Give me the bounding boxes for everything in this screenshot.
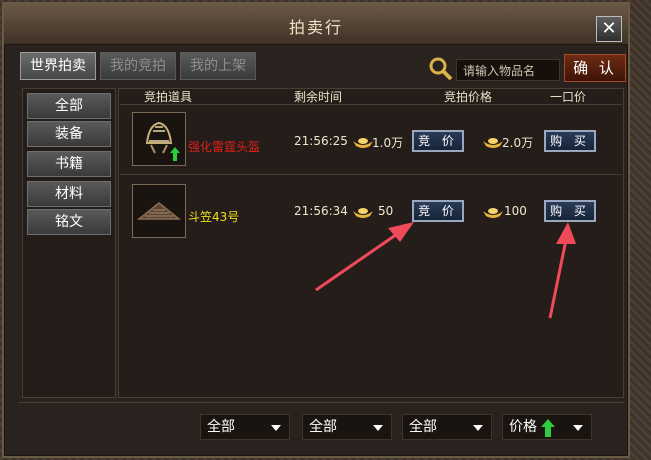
annotation-arrows bbox=[315, 222, 576, 319]
annotation-arrow-icon bbox=[548, 222, 576, 319]
annotation-arrow-icon bbox=[315, 222, 414, 292]
